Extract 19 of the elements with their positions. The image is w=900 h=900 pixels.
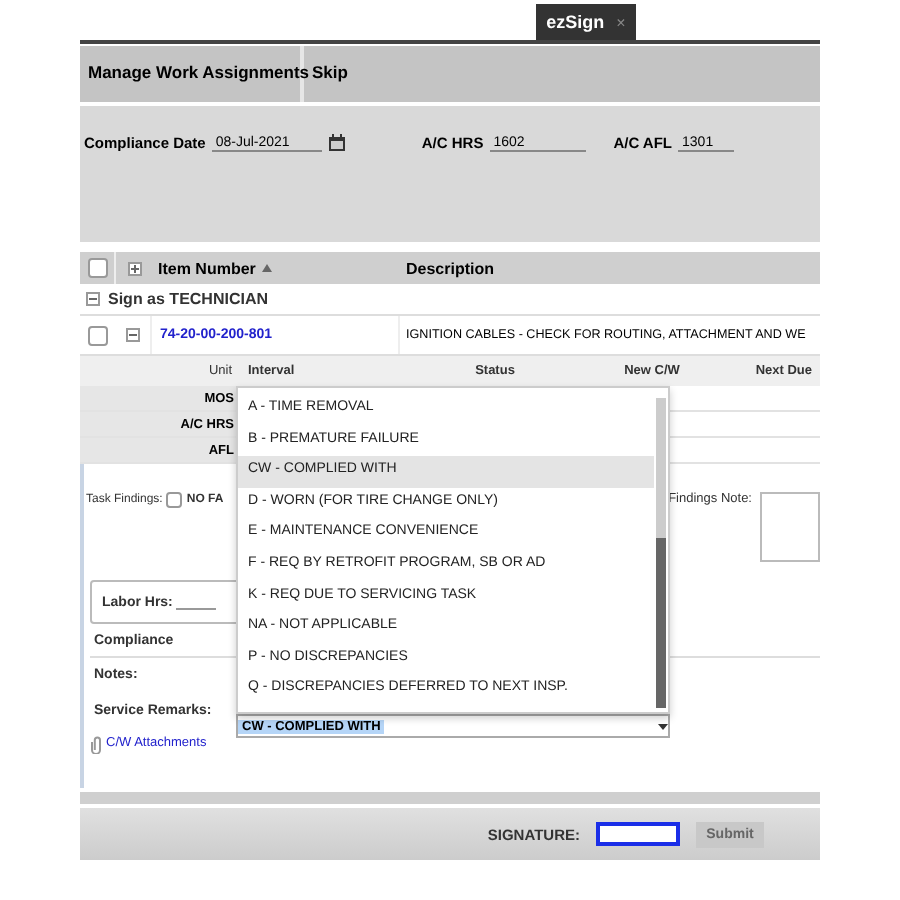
collapse-icon[interactable] bbox=[86, 292, 100, 306]
sort-ascending-icon bbox=[261, 264, 272, 272]
group-label: Sign as TECHNICIAN bbox=[108, 290, 269, 308]
scrollbar-thumb[interactable] bbox=[656, 537, 666, 708]
calendar-icon[interactable] bbox=[327, 134, 346, 152]
expand-all-icon[interactable] bbox=[127, 261, 141, 275]
select-all-checkbox[interactable] bbox=[87, 258, 107, 278]
findings-note-field[interactable] bbox=[760, 492, 820, 562]
collapse-icon[interactable] bbox=[126, 328, 140, 342]
ezsign-tab[interactable]: ezSign × bbox=[536, 4, 636, 40]
caret-icon bbox=[658, 723, 668, 729]
row-checkbox[interactable] bbox=[88, 325, 108, 345]
close-icon[interactable]: × bbox=[616, 13, 626, 31]
column-header[interactable]: Item Number bbox=[158, 259, 256, 277]
signature-field[interactable] bbox=[596, 822, 680, 846]
paperclip-icon bbox=[90, 736, 102, 754]
no-fault-checkbox[interactable] bbox=[166, 492, 183, 508]
column-header[interactable]: Description bbox=[406, 259, 495, 277]
header-menu-item[interactable]: Manage Work Assignments bbox=[80, 46, 304, 102]
